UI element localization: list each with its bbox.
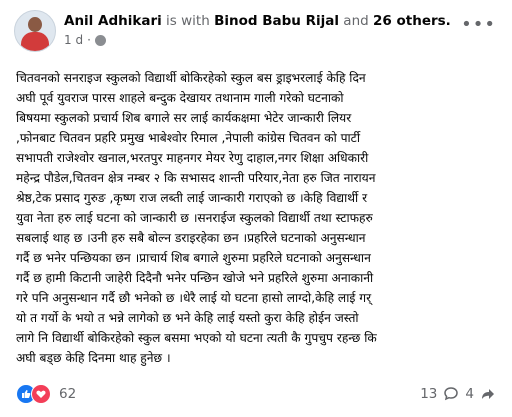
post-text-line: चितवनको सनराइज स्कुलको विद्यार्थी बोकिरह… <box>16 71 366 85</box>
post-footer: 62 13 4 <box>16 382 496 406</box>
author-name[interactable]: Anil Adhikari <box>64 13 162 29</box>
globe-icon <box>94 34 106 46</box>
and-text: and <box>343 13 369 29</box>
others-link[interactable]: 26 others. <box>373 13 451 29</box>
love-reaction-icon[interactable] <box>31 384 51 404</box>
post-text-line: बिषयमा स्कुलको प्रचार्य शिब बगाले सर लाई… <box>16 111 352 125</box>
share-count[interactable]: 4 <box>465 386 474 402</box>
share-icon[interactable] <box>480 386 496 402</box>
post-text-line: अघी पूर्व युवराज पारस शाहले बन्दुक देखाय… <box>16 91 344 105</box>
post-text-line: गर्दै छ हामी किटानी जाहेरी दिदैनौ भनेर प… <box>16 271 374 285</box>
avatar-body-shape <box>21 32 49 51</box>
post-text-line: गर्दै छ भनेर पन्छियका छन ।प्राचार्य शिब … <box>16 251 371 265</box>
post-text-line: गरे पनि अनुसन्धान गर्दै छौ भनेको छ ।धेरै… <box>16 291 372 305</box>
with-text: is with <box>166 13 210 29</box>
post-text-line: लागे नि विद्यार्थी बोकिरहेको स्कुल बसमा … <box>16 331 377 345</box>
comment-count[interactable]: 13 <box>420 386 437 402</box>
post-header: Anil Adhikari is with Binod Babu Rijal a… <box>14 10 502 60</box>
post-text-line: ,फोनबाट चितवन प्रहरि प्रमुख भाबेश्वोर रि… <box>16 131 360 145</box>
post-text-line: अघी बड्छ केहि दिनमा थाह हुनेछ । <box>16 351 171 365</box>
post-meta: 1 d · <box>64 33 106 47</box>
post-text-line: सबलाई थाह छ ।उनी हरु सबै बोल्न डराइरहेका… <box>16 231 366 245</box>
avatar-head-shape <box>28 17 42 32</box>
post-text-line: श्रेष्ठ,टेक प्रसाद गुरुङ ,कृष्ण राज लब्त… <box>16 191 368 205</box>
post-time[interactable]: 1 d <box>64 33 83 47</box>
tagged-user[interactable]: Binod Babu Rijal <box>214 13 339 29</box>
post-text-line: युवा नेता हरु लाई घटना को जान्कारी छ ।सन… <box>16 211 373 225</box>
reaction-count[interactable]: 62 <box>59 386 76 402</box>
post-text-line: सभापती राजेश्वोर खनाल,भरतपुर माहनगर मेयर… <box>16 151 369 165</box>
author-avatar[interactable] <box>14 10 56 52</box>
post-text-line: यो त गर्यो के भयो त भन्ने लागेको छ भने क… <box>16 311 359 325</box>
post-text-line: महेन्द्र पौडेल,चितवन क्षेत्र नम्बर २ कि … <box>16 171 376 185</box>
post-title-line: Anil Adhikari is with Binod Babu Rijal a… <box>64 13 451 29</box>
comment-icon[interactable] <box>443 386 459 402</box>
engagement-stats: 13 4 <box>420 386 496 402</box>
more-options-icon[interactable]: ••• <box>461 14 496 35</box>
post-body: चितवनको सनराइज स्कुलको विद्यार्थी बोकिरह… <box>16 68 502 368</box>
